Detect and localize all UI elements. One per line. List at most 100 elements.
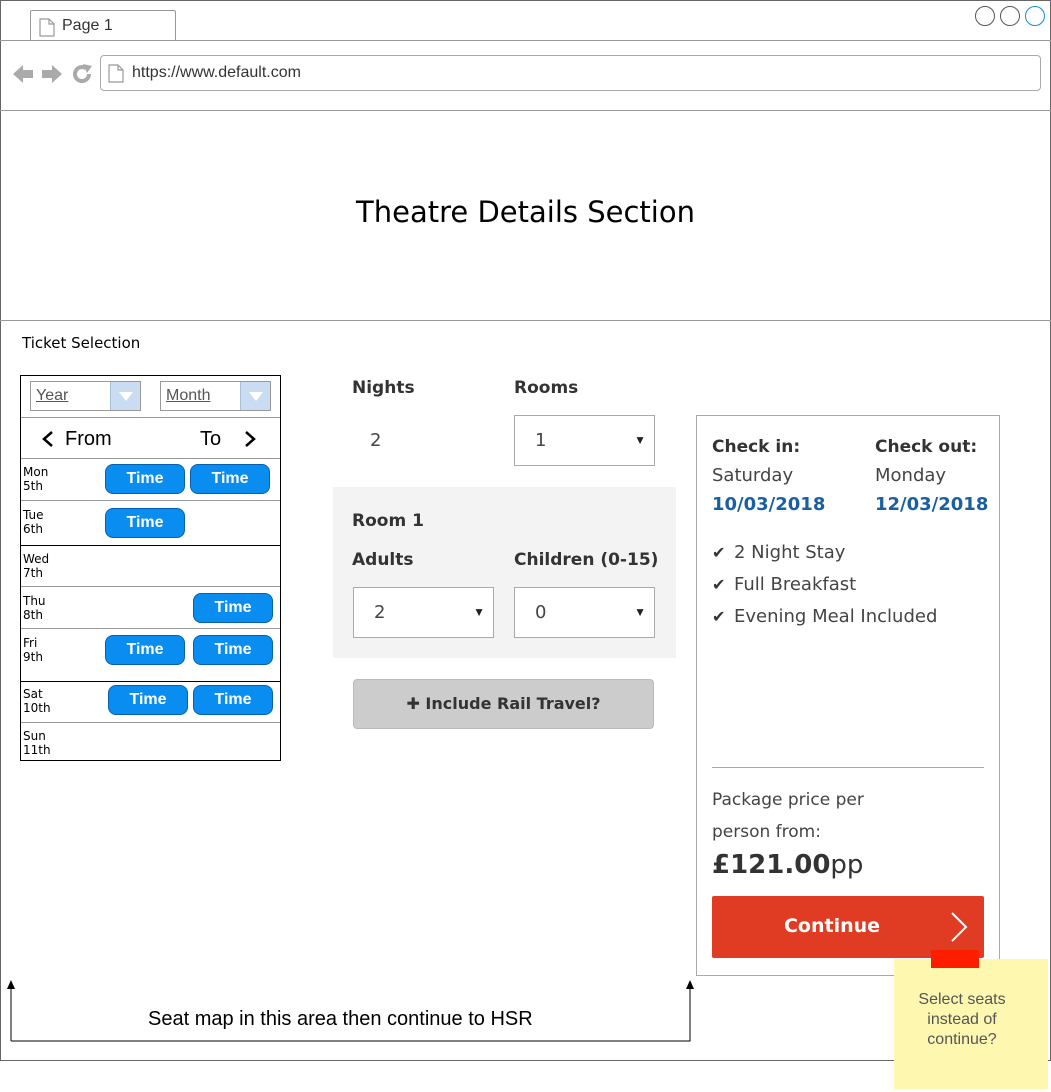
day-date: 5th — [23, 479, 43, 493]
month-dropdown[interactable]: Month — [160, 381, 271, 411]
check-icon: ✔ — [712, 543, 726, 562]
time-button[interactable]: Time — [193, 635, 273, 665]
time-button[interactable]: Time — [105, 464, 185, 494]
sticky-line: instead of — [927, 1011, 997, 1028]
rooms-label: Rooms — [514, 378, 579, 398]
chevron-right-icon[interactable] — [243, 430, 257, 448]
checkin-day: Saturday — [712, 465, 794, 486]
month-value: Month — [166, 387, 211, 404]
price-value: £121.00 — [712, 850, 831, 880]
checkin-date: 10/03/2018 — [712, 494, 826, 515]
browser-tab[interactable]: Page 1 — [30, 10, 176, 41]
tab-title: Page 1 — [62, 17, 113, 34]
date-range-row: From To — [21, 418, 280, 458]
time-button[interactable]: Time — [108, 685, 188, 715]
sticky-note: Select seats instead of continue? — [894, 959, 1048, 1089]
day-wed: Wed 7th — [23, 552, 49, 580]
children-select[interactable]: 0 ▼ — [514, 587, 655, 638]
sticky-tape — [931, 950, 979, 968]
room-title: Room 1 — [352, 511, 424, 531]
day-mon: Mon 5th — [23, 465, 48, 493]
checkout-label: Check out: — [875, 437, 978, 457]
day-name: Sat — [23, 687, 43, 701]
chevron-left-icon[interactable] — [41, 430, 55, 448]
adults-select[interactable]: 2 ▼ — [353, 587, 494, 638]
caret-down-icon: ▼ — [634, 605, 646, 619]
back-arrow-icon[interactable] — [11, 62, 35, 86]
day-name: Mon — [23, 465, 49, 479]
url-text: https://www.default.com — [132, 64, 301, 81]
time-button[interactable]: Time — [105, 508, 185, 538]
day-name: Wed — [23, 552, 50, 566]
day-date: 8th — [23, 608, 43, 622]
summary-divider — [712, 767, 984, 768]
check-icon: ✔ — [712, 607, 726, 626]
sticky-note-text: Select seats instead of continue? — [894, 990, 1030, 1050]
from-label: From — [65, 428, 112, 450]
chevron-right-icon — [951, 912, 968, 942]
reload-icon[interactable] — [70, 62, 94, 86]
day-name: Sun — [23, 729, 46, 743]
day-date: 6th — [23, 522, 43, 536]
nights-label: Nights — [352, 378, 415, 398]
adults-value: 2 — [374, 602, 386, 623]
sticky-line: continue? — [927, 1031, 997, 1048]
price-label-line1: Package price per — [712, 790, 864, 810]
caret-down-icon: ▼ — [473, 605, 485, 619]
feature-label: Full Breakfast — [734, 574, 857, 595]
children-label: Children (0-15) — [514, 550, 659, 570]
page-icon — [39, 18, 55, 37]
checkout-date: 12/03/2018 — [875, 494, 989, 515]
plus-icon: ✚ — [406, 694, 426, 713]
day-name: Thu — [23, 594, 46, 608]
divider — [21, 681, 280, 682]
time-button[interactable]: Time — [105, 635, 185, 665]
continue-button[interactable]: Continue — [712, 896, 984, 958]
feature-item: ✔ Evening Meal Included — [712, 606, 937, 627]
day-thu: Thu 8th — [23, 594, 46, 622]
theatre-details-title: Theatre Details Section — [356, 195, 695, 229]
checkin-label: Check in: — [712, 437, 801, 457]
feature-label: 2 Night Stay — [734, 542, 846, 563]
divider — [21, 500, 280, 501]
day-sat: Sat 10th — [23, 687, 51, 715]
section-divider — [0, 320, 1051, 321]
year-value: Year — [36, 387, 69, 404]
package-price: £121.00pp — [712, 850, 863, 880]
time-button[interactable]: Time — [190, 464, 270, 494]
day-sun: Sun 11th — [23, 729, 51, 757]
year-dropdown[interactable]: Year — [30, 381, 141, 411]
feature-label: Evening Meal Included — [734, 606, 938, 627]
feature-item: ✔ Full Breakfast — [712, 574, 856, 595]
ticket-selection-label: Ticket Selection — [22, 334, 141, 352]
day-date: 10th — [23, 701, 51, 715]
forward-arrow-icon[interactable] — [40, 62, 64, 86]
chevron-down-icon — [240, 382, 270, 410]
tabbar-divider — [0, 40, 1051, 41]
sticky-line: Select seats — [918, 991, 1006, 1008]
adults-label: Adults — [352, 550, 414, 570]
time-button[interactable]: Time — [193, 593, 273, 623]
address-bar[interactable]: https://www.default.com — [100, 55, 1041, 91]
day-date: 9th — [23, 650, 43, 664]
check-icon: ✔ — [712, 575, 726, 594]
header-divider — [0, 110, 1051, 111]
day-fri: Fri 9th — [23, 636, 43, 664]
include-rail-travel-button[interactable]: ✚ Include Rail Travel? — [353, 679, 654, 729]
window-minimize-button[interactable] — [975, 6, 995, 26]
checkout-day: Monday — [875, 465, 947, 486]
price-unit: pp — [830, 850, 864, 880]
chevron-down-icon — [110, 382, 140, 410]
seat-map-annotation: Seat map in this area then continue to H… — [148, 1008, 533, 1030]
date-calendar: Year Month From To Mon 5th Time Time Tue… — [20, 375, 281, 761]
nights-value: 2 — [370, 430, 382, 451]
continue-button-label: Continue — [783, 915, 881, 937]
window-close-button[interactable] — [1025, 6, 1045, 26]
time-button[interactable]: Time — [193, 685, 273, 715]
divider — [21, 628, 280, 629]
window-maximize-button[interactable] — [1000, 6, 1020, 26]
divider — [21, 722, 280, 723]
price-label-line2: person from: — [712, 822, 821, 842]
rooms-select[interactable]: 1 ▼ — [514, 415, 655, 466]
to-label: To — [200, 428, 222, 450]
